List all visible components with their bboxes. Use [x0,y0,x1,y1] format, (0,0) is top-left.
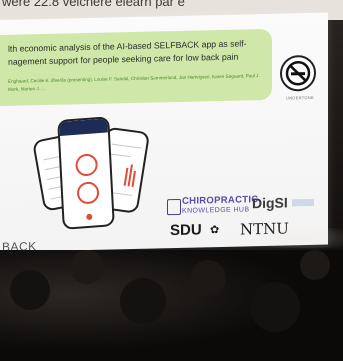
digsi-subtitle-block [292,198,314,207]
audience-head [70,250,104,284]
digsi-logo: DigSI [252,194,288,212]
phone-center-mockup [57,116,115,230]
no-smoking-icon [280,54,316,92]
audience-head [250,282,300,332]
light-glow [260,228,343,248]
sdu-flower-icon: ✿ [210,224,220,237]
audience-head [120,278,166,324]
chiro-hub-line-1: CHIROPRACTIC [182,194,259,207]
slide-title-line-2: nagement support for people seeking care… [8,51,239,67]
projector-screen: lth economic analysis of the AI-based SE… [0,12,328,252]
audience-head [190,260,226,296]
top-overlay-text: were 22.8 velchere elearn par e [2,0,185,9]
owl-logo-icon [167,198,181,216]
app-header-bar [59,118,108,136]
audience-head [300,250,330,280]
audience-area [0,250,343,361]
chiro-hub-line-2: KNOWLEDGE HUB [182,206,250,215]
slide-authors: Enghaard, Cecilie K. Øverås (presenting)… [8,73,260,92]
badge-caption: UNDERTONE [286,94,314,101]
sdu-logo: SDU [170,221,202,240]
slide-title-box: lth economic analysis of the AI-based SE… [0,28,272,107]
audience-head [10,270,50,310]
